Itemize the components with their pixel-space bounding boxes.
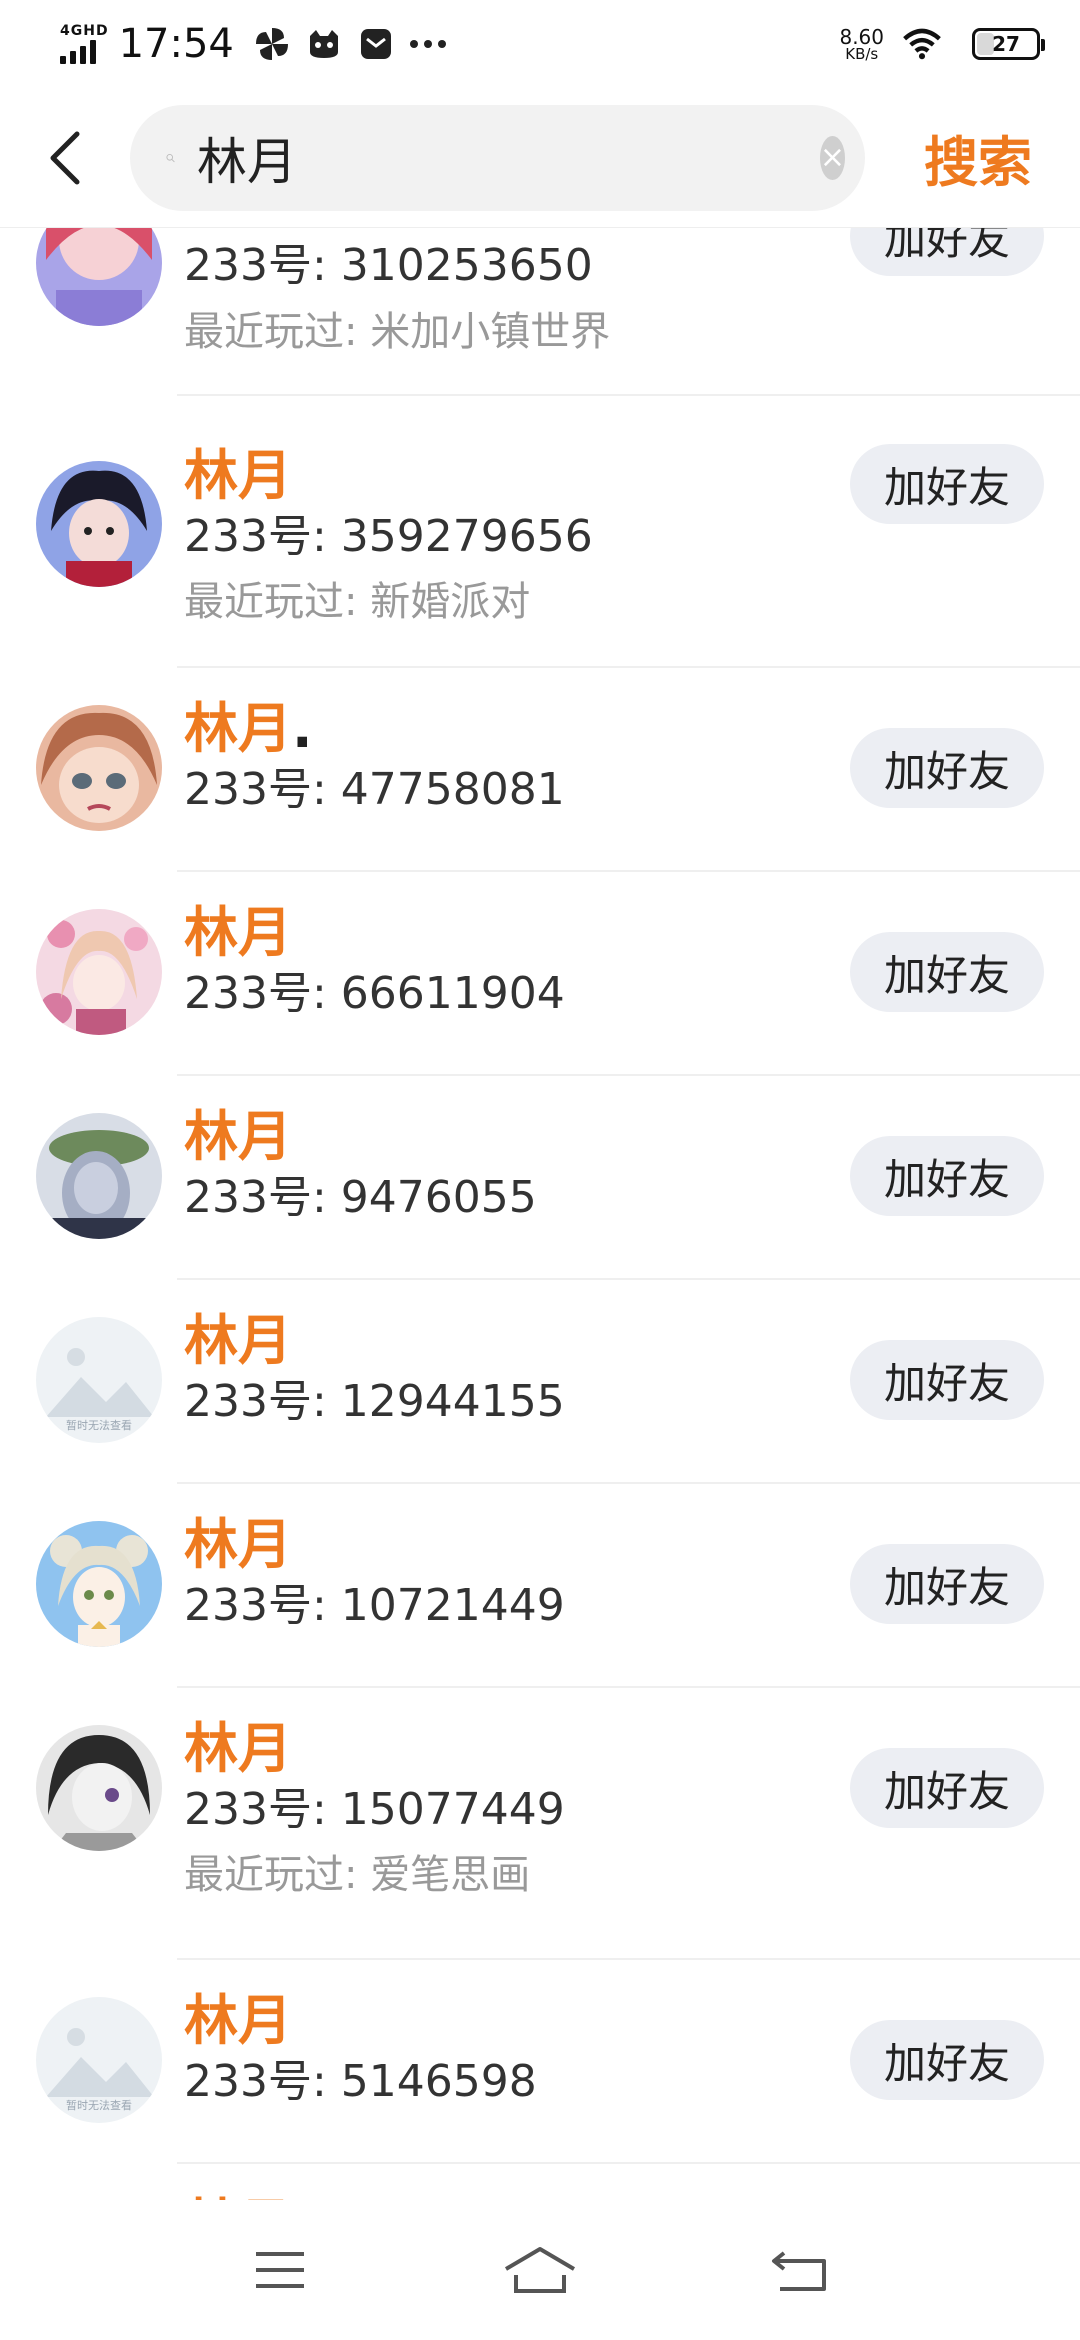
avatar[interactable] xyxy=(36,909,162,1035)
user-name-text: 林月 xyxy=(184,697,292,760)
user-id: 233号: 47758081 xyxy=(184,764,565,815)
user-id: 233号: 15077449 xyxy=(184,1784,565,1835)
user-name: 林月 xyxy=(184,1105,292,1168)
system-nav-bar xyxy=(0,2200,1080,2340)
menu-button[interactable] xyxy=(235,2235,325,2305)
search-header: × 搜索 xyxy=(0,88,1080,228)
add-friend-button[interactable]: 加好友 xyxy=(850,444,1044,524)
list-item[interactable]: 林月 233号: 15077449 最近玩过: 爱笔思画 加好友 xyxy=(0,1688,1080,1960)
avatar-placeholder-text: 暂时无法查看 xyxy=(66,1418,132,1432)
cat-face-icon xyxy=(304,24,344,64)
home-button[interactable] xyxy=(495,2235,585,2305)
recently-played: 最近玩过: 爱笔思画 xyxy=(184,1852,531,1898)
user-id: 233号: 5146598 xyxy=(184,2056,537,2107)
network-type: 4GHD xyxy=(60,23,109,39)
battery-icon: 27 xyxy=(972,28,1045,60)
back-nav-button[interactable] xyxy=(755,2235,845,2305)
user-name: 林月 xyxy=(184,1309,292,1372)
avatar[interactable] xyxy=(36,461,162,587)
list-item[interactable]: 林月 233号: 10721449 加好友 xyxy=(0,1484,1080,1688)
user-name: 林月. xyxy=(184,702,313,756)
add-friend-button[interactable]: 加好友 xyxy=(850,932,1044,1012)
recently-played: 最近玩过: 新婚派对 xyxy=(184,579,531,625)
user-id: 233号: 66611904 xyxy=(184,968,565,1019)
menu-icon xyxy=(256,2252,304,2288)
chevron-left-icon xyxy=(50,131,80,184)
list-item[interactable]: 林月 233号: 359279656 最近玩过: 新婚派对 加好友 xyxy=(0,396,1080,668)
status-time: 17:54 xyxy=(118,21,234,67)
search-input[interactable] xyxy=(196,128,820,187)
signal-indicator: 4GHD xyxy=(60,24,109,64)
avatar[interactable] xyxy=(36,1113,162,1239)
search-button[interactable]: 搜索 xyxy=(924,118,1032,197)
user-name: 林月 xyxy=(184,901,292,964)
search-box[interactable]: × xyxy=(130,104,865,211)
message-box-icon xyxy=(356,24,396,64)
clear-icon[interactable]: × xyxy=(819,135,845,180)
list-item[interactable]: 林月. 233号: 47758081 加好友 xyxy=(0,668,1080,872)
user-id: 233号: 359279656 xyxy=(184,511,593,562)
back-arrow-icon xyxy=(772,2251,826,2291)
add-friend-button[interactable]: 加好友 xyxy=(850,1340,1044,1420)
avatar[interactable] xyxy=(36,1521,162,1647)
avatar[interactable]: 暂时无法查看 xyxy=(36,1997,162,2123)
battery-level: 27 xyxy=(992,32,1020,56)
add-friend-button[interactable]: 加好友 xyxy=(850,1544,1044,1624)
avatar-placeholder-text: 暂时无法查看 xyxy=(66,2098,132,2112)
user-id: 233号: 12944155 xyxy=(184,1376,565,1427)
wifi-icon xyxy=(902,24,942,64)
user-name: 林月 xyxy=(184,444,292,507)
network-speed: 8.60 KB/s xyxy=(839,27,884,62)
search-icon xyxy=(166,153,175,162)
home-icon xyxy=(504,2247,576,2293)
avatar[interactable] xyxy=(36,705,162,831)
add-friend-button[interactable]: 加好友 xyxy=(850,1748,1044,1828)
user-id: 233号: 10721449 xyxy=(184,1580,565,1631)
add-friend-button[interactable]: 加好友 xyxy=(850,2020,1044,2100)
speed-unit: KB/s xyxy=(845,44,879,63)
user-name-suffix: . xyxy=(292,697,313,760)
user-name: 林月 xyxy=(184,1717,292,1780)
user-name: 林月 xyxy=(184,1989,292,2052)
more-notifications-icon xyxy=(408,24,448,64)
list-item[interactable]: 林月 233号: 66611904 加好友 xyxy=(0,872,1080,1076)
status-bar: 4GHD 17:54 8.60 KB/s 27 xyxy=(0,0,1080,88)
results-list[interactable]: 233号: 310253650 最近玩过: 米加小镇世界 加好友 林月 233号… xyxy=(0,120,1080,2327)
add-friend-button[interactable]: 加好友 xyxy=(850,1136,1044,1216)
pinwheel-icon xyxy=(252,24,292,64)
user-name: 林月 xyxy=(184,1513,292,1576)
list-item[interactable]: 林月 233号: 9476055 加好友 xyxy=(0,1076,1080,1280)
recently-played: 最近玩过: 米加小镇世界 xyxy=(184,309,611,355)
add-friend-button[interactable]: 加好友 xyxy=(850,728,1044,808)
signal-bars-icon xyxy=(60,40,96,64)
list-item[interactable]: 暂时无法查看 林月 233号: 5146598 加好友 xyxy=(0,1960,1080,2164)
speed-value: 8.60 xyxy=(839,24,884,49)
status-right: 8.60 KB/s 27 xyxy=(839,24,1045,64)
avatar[interactable]: 暂时无法查看 xyxy=(36,1317,162,1443)
user-id: 233号: 310253650 xyxy=(184,240,593,291)
list-item[interactable]: 暂时无法查看 林月 233号: 12944155 加好友 xyxy=(0,1280,1080,1484)
back-button[interactable] xyxy=(0,88,130,228)
search-results-screen: 233号: 310253650 最近玩过: 米加小镇世界 加好友 林月 233号… xyxy=(0,0,1080,2340)
user-id: 233号: 9476055 xyxy=(184,1172,537,1223)
avatar[interactable] xyxy=(36,1725,162,1851)
